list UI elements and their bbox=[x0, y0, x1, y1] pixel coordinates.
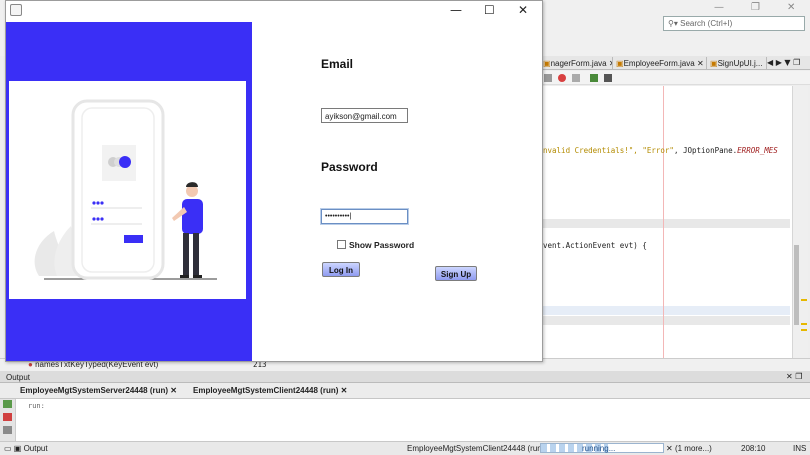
highlight-band bbox=[542, 219, 790, 228]
search-icon: ⚲▾ bbox=[668, 19, 681, 28]
margin-line bbox=[663, 86, 664, 371]
login-button[interactable]: Log In bbox=[322, 262, 360, 277]
chart-icon[interactable] bbox=[604, 74, 612, 82]
status-process[interactable]: EmployeeMgtSystemClient24448 (run) bbox=[407, 444, 544, 453]
scrollbar-thumb[interactable] bbox=[794, 245, 799, 325]
close-button[interactable]: ✕ bbox=[518, 4, 528, 16]
output-tab-server[interactable]: EmployeeMgtSystemServer24448 (run) ✕ bbox=[20, 386, 177, 395]
more-processes[interactable]: ✕ (1 more...) bbox=[666, 444, 712, 453]
output-console[interactable] bbox=[16, 399, 810, 441]
error-stripe-mark[interactable] bbox=[801, 329, 807, 331]
output-title: Output bbox=[6, 373, 31, 382]
toolbar-icon[interactable] bbox=[544, 74, 552, 82]
phone-illustration-svg bbox=[34, 99, 217, 280]
java-file-icon: ▣ bbox=[710, 59, 718, 68]
signup-button[interactable]: Sign Up bbox=[435, 266, 477, 281]
show-password-label: Show Password bbox=[349, 240, 415, 250]
insert-mode[interactable]: INS bbox=[793, 444, 806, 453]
ide-search-input[interactable]: ⚲▾ Search (Ctrl+I) bbox=[663, 16, 805, 31]
tab-scroll-arrows[interactable]: ◀ ▶ ▼ ❐ bbox=[767, 58, 800, 67]
toolbar-icon[interactable] bbox=[590, 74, 598, 82]
highlight-band bbox=[542, 316, 790, 325]
output-header bbox=[0, 371, 810, 383]
java-app-icon bbox=[10, 4, 22, 16]
editor-tab[interactable]: ▣nagerForm.java ✕ bbox=[540, 57, 613, 70]
rerun-icon[interactable] bbox=[3, 400, 12, 408]
settings-icon[interactable] bbox=[3, 426, 12, 434]
ide-restore-button[interactable]: ❐ bbox=[751, 2, 760, 13]
show-password-checkbox[interactable] bbox=[337, 240, 346, 249]
close-icon[interactable]: ✕ bbox=[170, 386, 177, 395]
editor-tab[interactable]: ▣EmployeeForm.java ✕ bbox=[613, 57, 707, 70]
password-field[interactable]: ••••••••••| bbox=[321, 209, 408, 224]
console-text: run: bbox=[28, 402, 45, 410]
highlight-band bbox=[542, 306, 790, 315]
running-label: running... bbox=[582, 444, 616, 453]
login-illustration bbox=[9, 81, 246, 299]
output-close-icon[interactable]: ✕ ❐ bbox=[786, 372, 802, 381]
java-file-icon: ▣ bbox=[616, 59, 624, 68]
stop-icon[interactable] bbox=[3, 413, 12, 421]
java-file-icon: ▣ bbox=[543, 59, 551, 68]
close-icon[interactable]: ✕ bbox=[697, 59, 704, 68]
ide-close-button[interactable]: ✕ bbox=[787, 2, 795, 13]
password-label: Password bbox=[321, 160, 378, 174]
stop-icon[interactable] bbox=[572, 74, 580, 82]
ide-minimize-button[interactable]: — bbox=[714, 2, 724, 13]
email-field[interactable]: ayikson@gmail.com bbox=[321, 108, 408, 123]
error-stripe-mark[interactable] bbox=[801, 299, 807, 301]
output-window-icon: ▭ ▣ bbox=[4, 444, 22, 453]
caret-position: 208:10 bbox=[741, 444, 766, 453]
error-stripe-mark[interactable] bbox=[801, 323, 807, 325]
editor-toolbar bbox=[540, 71, 810, 85]
status-output-button[interactable]: ▭ ▣ Output bbox=[4, 444, 48, 453]
email-label: Email bbox=[321, 57, 354, 71]
maximize-button[interactable]: ☐ bbox=[484, 4, 495, 16]
output-tab-client[interactable]: EmployeeMgtSystemClient24448 (run) ✕ bbox=[193, 386, 347, 395]
code-editor[interactable] bbox=[542, 86, 792, 371]
minimize-button[interactable]: — bbox=[450, 4, 462, 16]
close-icon[interactable]: ✕ bbox=[341, 386, 348, 395]
record-icon[interactable] bbox=[558, 74, 566, 82]
editor-tab[interactable]: ▣SignUpUI.j... bbox=[707, 57, 767, 70]
code-line: nvalid Credentials!", "Error", JOptionPa… bbox=[543, 146, 778, 155]
search-placeholder: Search (Ctrl+I) bbox=[680, 19, 733, 28]
code-line: vent.ActionEvent evt) { bbox=[543, 241, 647, 250]
x-icon: ✕ bbox=[666, 444, 673, 453]
